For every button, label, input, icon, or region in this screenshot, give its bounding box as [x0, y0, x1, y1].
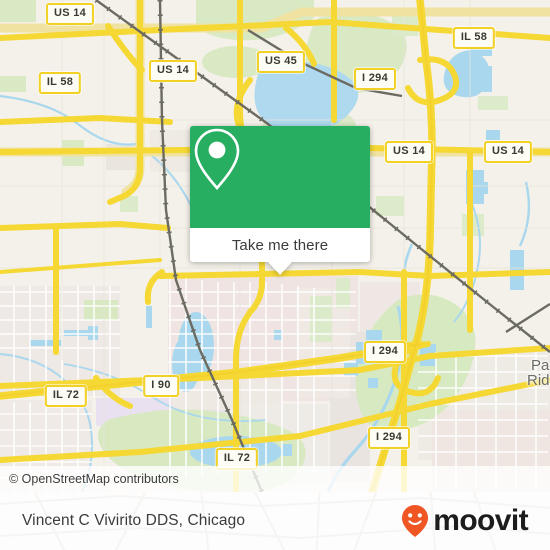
road-shield: IL 58: [452, 27, 496, 49]
road-shield: I 294: [364, 341, 406, 363]
footer-bar: Vincent C Vivirito DDS, Chicago moovit: [0, 492, 550, 550]
map-screenshot: US 14 US 14 US 45 IL 58 IL 58 I 294 US 14 US 14…: [0, 0, 550, 550]
road-shield: IL 72: [44, 385, 88, 407]
map-canvas[interactable]: US 14 US 14 US 45 IL 58 IL 58 I 294 US 14 US 14…: [0, 0, 550, 492]
osm-attribution-text[interactable]: © OpenStreetMap contributors: [0, 472, 179, 486]
moovit-wordmark: moovit: [433, 504, 528, 537]
popup-tail: [268, 262, 292, 275]
map-pin-icon: [194, 128, 240, 190]
road-shield: IL 58: [38, 72, 82, 94]
road-shield: I 294: [354, 68, 396, 90]
take-me-there-label: Take me there: [231, 236, 329, 254]
location-popup-card[interactable]: Take me there: [190, 126, 370, 275]
place-label: Rid: [527, 372, 550, 389]
road-shield: US 45: [256, 51, 306, 73]
take-me-there-button[interactable]: Take me there: [190, 228, 370, 262]
map-attribution-bar: © OpenStreetMap contributors: [0, 466, 550, 492]
road-shield: US 14: [45, 3, 95, 25]
road-shield: I 294: [368, 427, 410, 449]
road-shield: I 90: [143, 375, 179, 397]
page-title: Vincent C Vivirito DDS, Chicago: [22, 512, 246, 529]
road-shield: US 14: [384, 141, 434, 163]
popup-pin-panel: [190, 126, 370, 228]
road-shield: US 14: [148, 60, 198, 82]
moovit-smiley-pin-icon: [402, 505, 429, 537]
moovit-brand[interactable]: moovit: [400, 504, 550, 538]
road-shield: US 14: [483, 141, 533, 163]
